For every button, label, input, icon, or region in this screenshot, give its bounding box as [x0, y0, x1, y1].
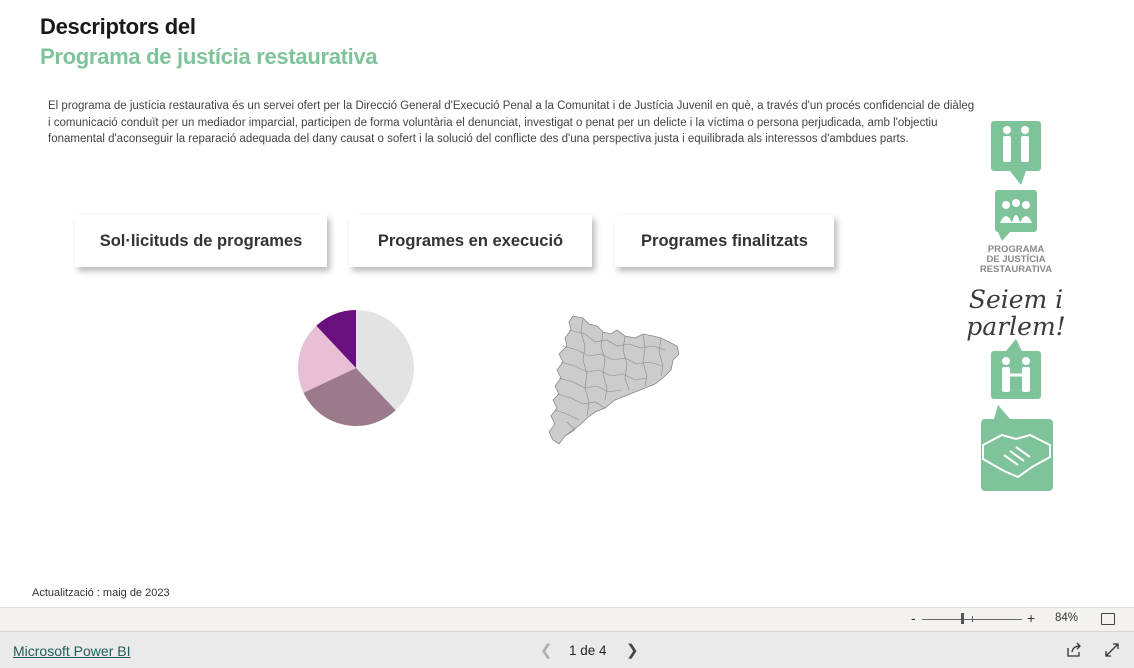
report-title-line2: Programa de justícia restaurativa	[40, 44, 378, 69]
zoom-bar: - + 84%	[0, 607, 1134, 631]
page-indicator: 1 de 4	[569, 643, 607, 658]
chevron-left-icon[interactable]: ❮	[540, 641, 553, 659]
handshake-people-icon	[991, 339, 1041, 399]
program-description: El programa de justícia restaurativa és …	[48, 100, 975, 145]
catalonia-outline[interactable]	[548, 315, 680, 445]
zoom-percentage: 84%	[1055, 612, 1079, 624]
button-finalitzats[interactable]: Programes finalitzats	[615, 215, 834, 267]
report-title-line1: Descriptors del	[40, 14, 196, 39]
button-en-execucio[interactable]: Programes en execució	[349, 215, 592, 267]
zoom-in-button[interactable]: +	[1027, 610, 1035, 626]
button-sollicituds[interactable]: Sol·licituds de programes	[75, 215, 327, 267]
bottom-bar: Microsoft Power BI ❮ 1 de 4 ❯	[0, 631, 1134, 668]
pie-chart[interactable]	[296, 308, 416, 428]
two-people-standing-icon	[991, 121, 1041, 185]
power-bi-link[interactable]: Microsoft Power BI	[13, 643, 130, 659]
handshake-icon	[981, 405, 1053, 491]
chevron-right-icon[interactable]: ❯	[626, 641, 639, 659]
zoom-out-button[interactable]: -	[911, 610, 916, 626]
update-date: Actualització : maig de 2023	[32, 587, 170, 599]
slogan-line-2: parlem!	[966, 312, 1065, 341]
restorative-justice-logo: PROGRAMA DE JUSTÍCIA RESTAURATIVA Seiem …	[966, 121, 1066, 491]
fullscreen-icon[interactable]	[1104, 642, 1120, 658]
share-icon[interactable]	[1066, 642, 1082, 658]
catalonia-map[interactable]	[545, 312, 685, 447]
slogan-line-1: Seiem i	[969, 285, 1063, 314]
fit-to-page-icon[interactable]	[1101, 613, 1115, 625]
people-meeting-icon	[995, 190, 1037, 241]
report-canvas: Descriptors del Programa de justícia res…	[0, 0, 1134, 607]
logo-caption-3: RESTAURATIVA	[980, 264, 1052, 275]
zoom-slider-tick	[972, 616, 973, 622]
zoom-slider-thumb[interactable]	[961, 613, 964, 624]
